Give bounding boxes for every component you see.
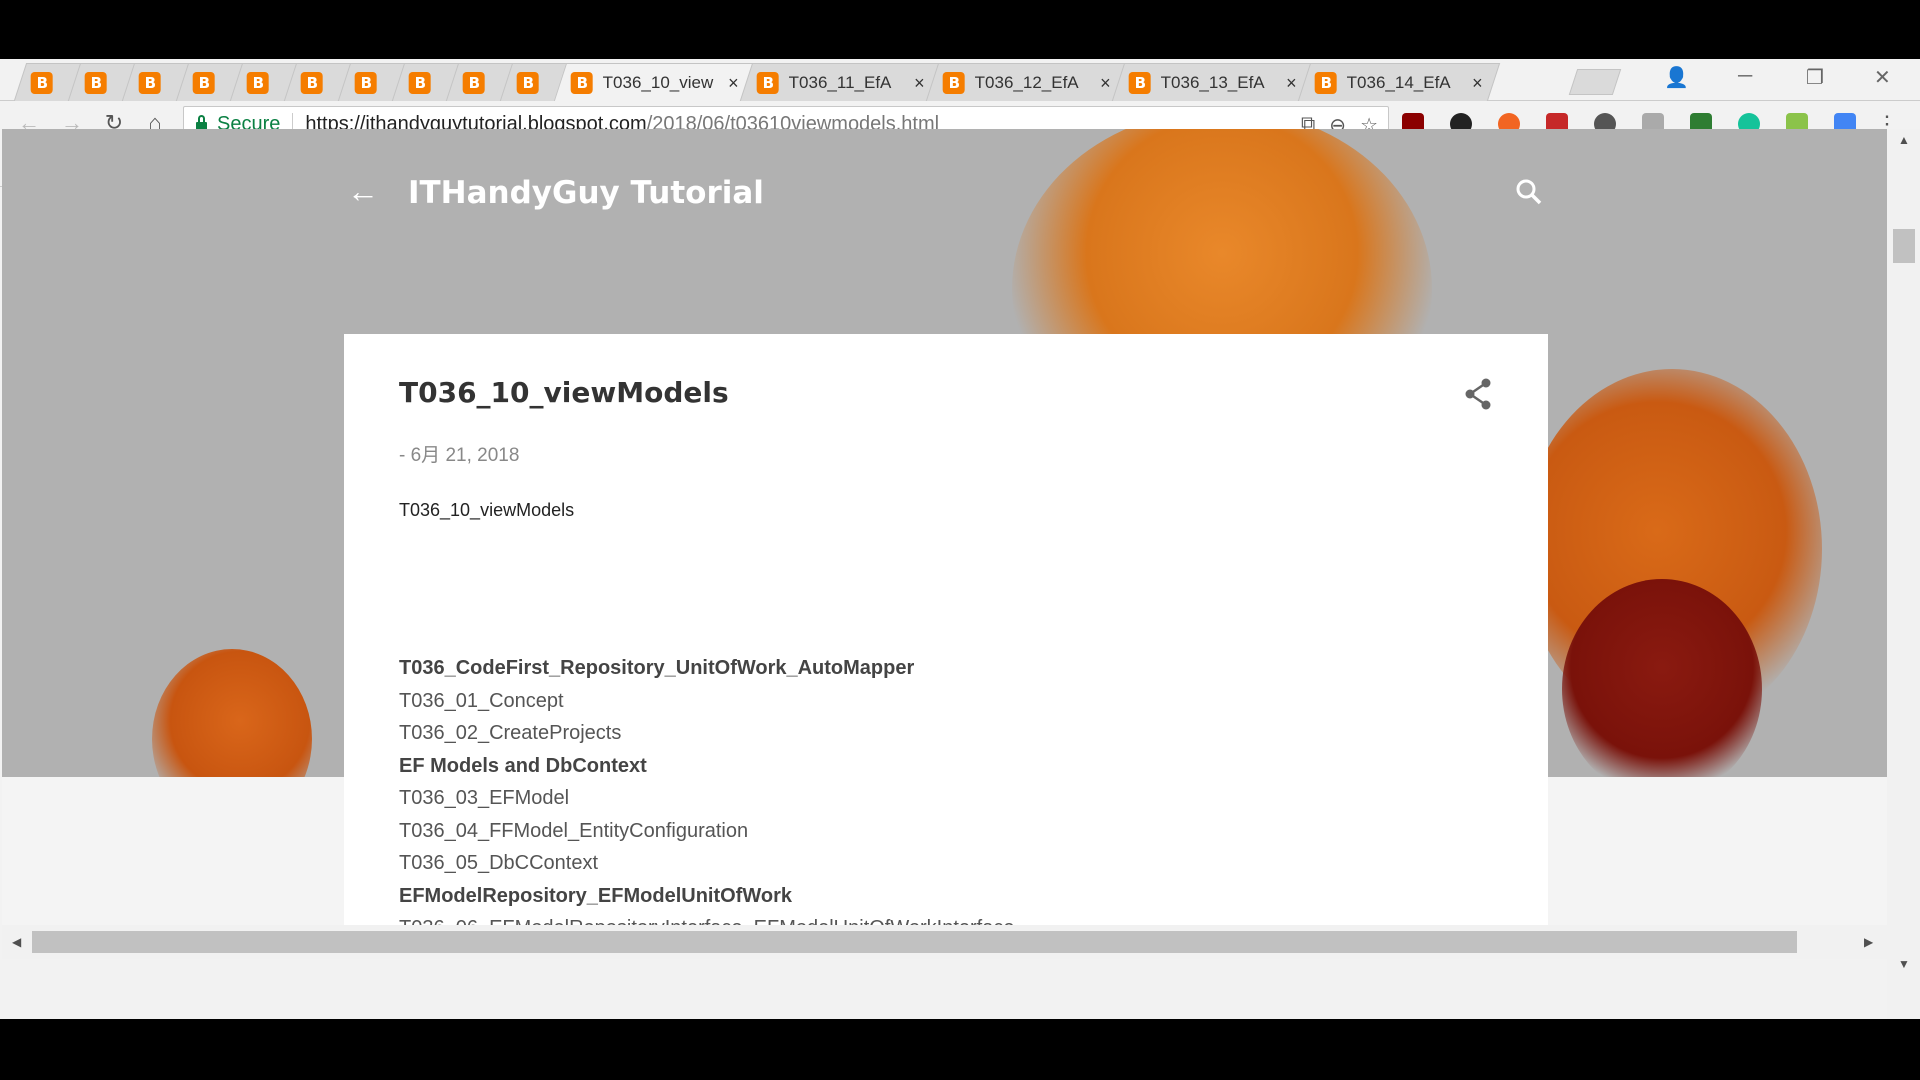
horizontal-scroll-thumb[interactable] [32, 931, 1797, 953]
tab-title: T036_14_EfA [1346, 72, 1451, 92]
blog-title[interactable]: ITHandyGuy Tutorial [408, 175, 764, 211]
browser-tab[interactable]: T036_11_EfA × [739, 63, 943, 101]
profile-icon[interactable]: 👤 [1664, 65, 1689, 90]
page-viewport: ← ITHandyGuy Tutorial T036_10_viewModels… [2, 129, 1887, 925]
tab-title: T036_10_view [602, 72, 714, 92]
close-tab-icon[interactable]: × [1472, 72, 1483, 93]
browser-tab[interactable]: T036_13_EfA × [1111, 63, 1315, 101]
scroll-down-arrow-icon[interactable]: ▼ [1898, 957, 1910, 971]
scroll-up-arrow-icon[interactable]: ▲ [1898, 133, 1910, 147]
toc-section-heading: T036_CodeFirst_Repository_UnitOfWork_Aut… [399, 657, 915, 679]
blogger-icon [84, 71, 107, 94]
blogger-icon [192, 71, 215, 94]
tab-title: T036_11_EfA [788, 72, 892, 92]
toc-link[interactable]: T036_05_DbCContext [399, 847, 1014, 880]
close-tab-icon[interactable]: × [728, 72, 739, 93]
restore-icon[interactable]: ❐ [1806, 65, 1824, 90]
vertical-scroll-thumb[interactable] [1893, 229, 1915, 263]
person-silhouette [152, 649, 312, 777]
scroll-left-arrow-icon[interactable]: ◀ [12, 935, 21, 949]
tab-title: T036_12_EfA [974, 72, 1079, 92]
post-title: T036_10_viewModels [399, 376, 729, 409]
blogger-icon [246, 71, 269, 94]
blogger-icon [138, 71, 161, 94]
close-tab-icon[interactable]: × [1286, 72, 1297, 93]
blogger-icon [300, 71, 323, 94]
toc-link[interactable]: T036_02_CreateProjects [399, 717, 1014, 750]
post-subtitle: T036_10_viewModels [399, 500, 575, 520]
browser-tab[interactable]: T036_10_view × [553, 63, 757, 101]
blogger-icon [1128, 71, 1151, 94]
search-icon[interactable] [1514, 177, 1544, 207]
blogger-icon [756, 71, 779, 94]
toc-link[interactable]: T036_04_FFModel_EntityConfiguration [399, 815, 1014, 848]
close-tab-icon[interactable]: × [914, 72, 925, 93]
close-tab-icon[interactable]: × [1100, 72, 1111, 93]
tab-strip: T036_10_view×T036_11_EfA×T036_12_EfA×T03… [0, 59, 1920, 101]
blogger-icon [516, 71, 539, 94]
blogger-icon [1314, 71, 1337, 94]
share-icon[interactable] [1464, 378, 1492, 410]
blogger-icon [462, 71, 485, 94]
horizontal-scrollbar[interactable]: ◀ ▶ [2, 925, 1887, 959]
browser-tab[interactable]: T036_12_EfA × [925, 63, 1129, 101]
scroll-right-arrow-icon[interactable]: ▶ [1864, 935, 1873, 949]
minimize-icon[interactable]: ─ [1738, 65, 1752, 88]
toc-link[interactable]: T036_01_Concept [399, 685, 1014, 718]
blogger-icon [30, 71, 53, 94]
vertical-scrollbar[interactable]: ▲ ▼ [1887, 129, 1920, 1019]
new-tab-button[interactable] [1568, 69, 1622, 95]
toc-link[interactable]: T036_06_EFModelRepositoryInterface_EFMod… [399, 912, 1014, 925]
close-window-icon[interactable]: ✕ [1874, 65, 1891, 90]
back-arrow-icon[interactable]: ← [347, 173, 379, 210]
toc-section-heading: EF Models and DbContext [399, 754, 647, 777]
table-of-contents: T036_CodeFirst_Repository_UnitOfWork_Aut… [399, 652, 1014, 925]
blogger-icon [570, 71, 593, 94]
browser-tab[interactable]: T036_14_EfA × [1297, 63, 1501, 101]
toc-section-heading: EFModelRepository_EFModelUnitOfWork [399, 884, 792, 907]
toc-link[interactable]: T036_03_EFModel [399, 782, 1014, 815]
blogger-icon [942, 71, 965, 94]
post-card: T036_10_viewModels - 6月 21, 2018 T036_10… [344, 334, 1548, 925]
post-date: - 6月 21, 2018 [399, 445, 520, 466]
tab-title: T036_13_EfA [1160, 72, 1265, 92]
blogger-icon [354, 71, 377, 94]
blogger-icon [408, 71, 431, 94]
